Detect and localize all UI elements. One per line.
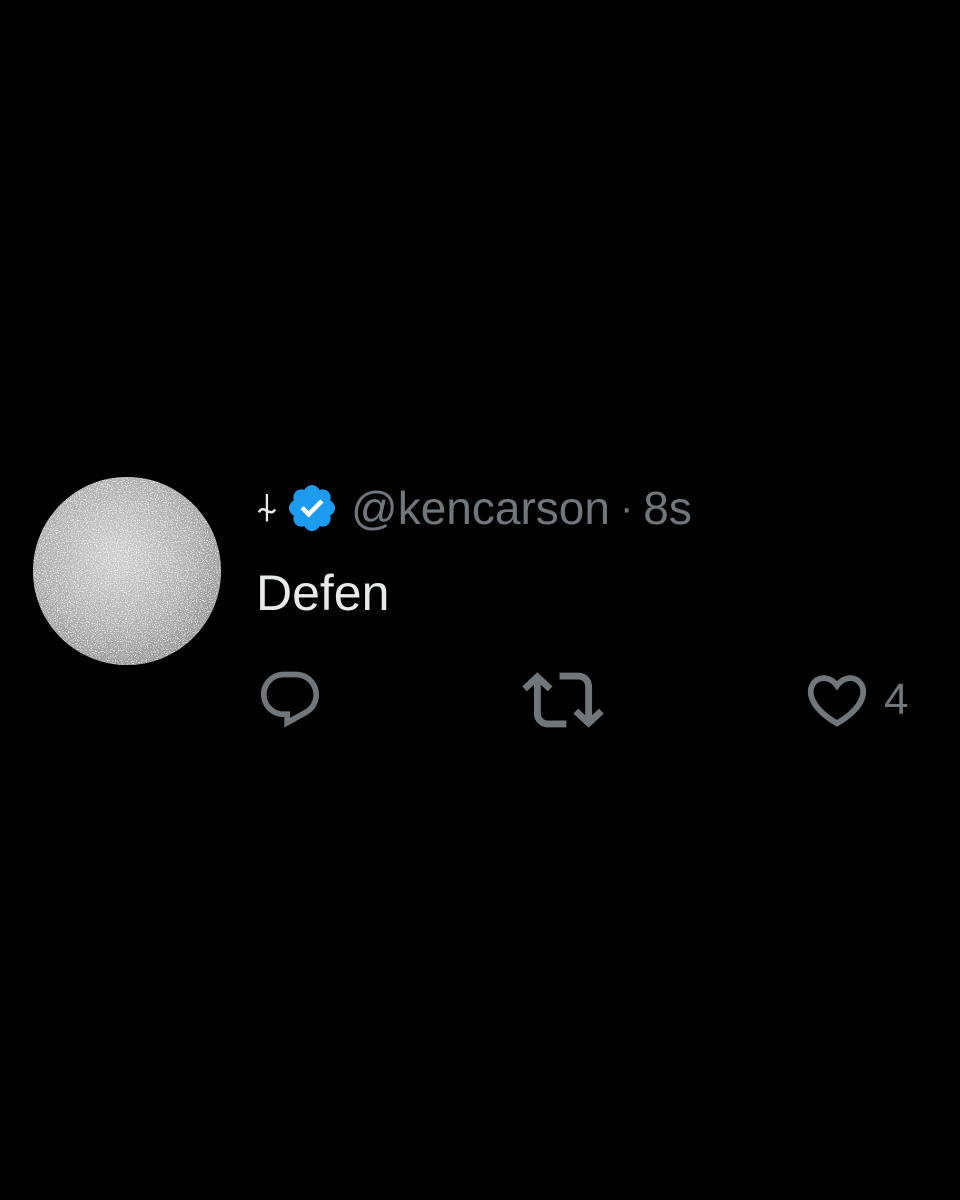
display-name[interactable]: ⍭	[255, 478, 279, 538]
retweet-button[interactable]	[522, 665, 604, 735]
separator-dot: ·	[619, 486, 634, 530]
avatar-glitter-image	[33, 477, 221, 665]
tweet[interactable]: ⍭ @kencarson · 8s Defen 4	[0, 0, 960, 1200]
tweet-text: Defen	[256, 565, 390, 621]
avatar[interactable]	[33, 477, 221, 665]
verified-badge-icon	[285, 481, 339, 535]
retweet-icon	[522, 659, 604, 741]
tweet-header: ⍭ @kencarson · 8s	[255, 478, 692, 538]
like-count: 4	[884, 675, 909, 724]
reply-icon	[256, 666, 324, 734]
like-button[interactable]: 4	[802, 665, 908, 735]
action-bar: 4	[0, 665, 960, 735]
timestamp[interactable]: 8s	[643, 478, 692, 538]
heart-icon	[802, 665, 872, 735]
handle[interactable]: @kencarson	[351, 478, 610, 538]
reply-button[interactable]	[256, 665, 324, 735]
